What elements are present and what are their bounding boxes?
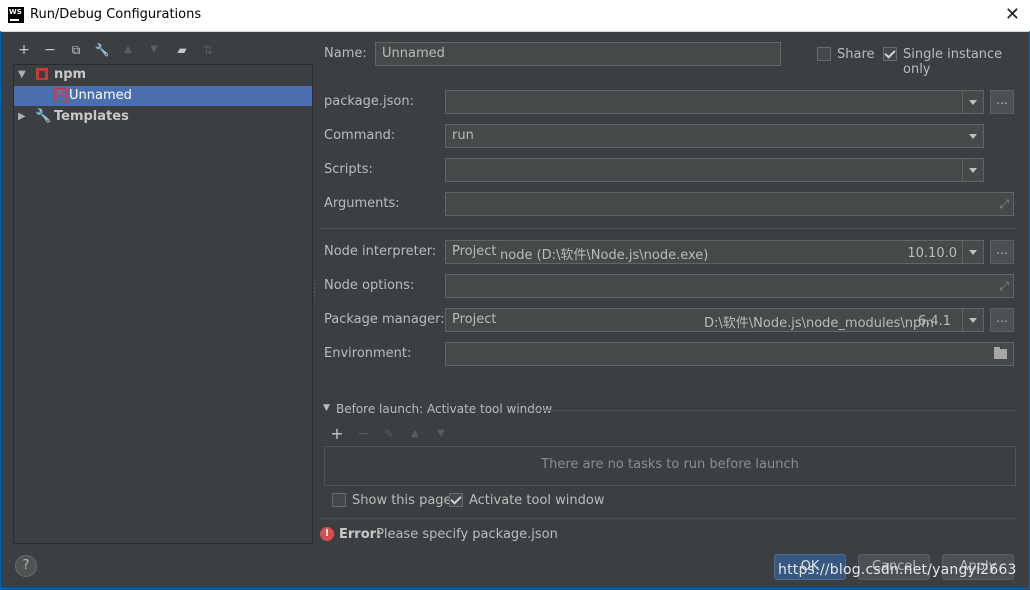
scripts-label: Scripts: [324,162,373,177]
scripts-dropdown-icon[interactable] [962,159,983,181]
node-interpreter-browse-button[interactable]: ... [990,240,1014,264]
webstorm-app-icon: WS [8,7,24,23]
show-page-checkbox[interactable] [332,493,346,507]
folder-icon[interactable] [994,347,1007,359]
show-page-label: Show this page [352,493,452,508]
empty-tasks-text: There are no tasks to run before launch [541,457,799,472]
activate-tool-window-label: Activate tool window [469,493,605,508]
node-interpreter-project: Project [452,244,497,259]
package-manager-dropdown-icon[interactable] [962,309,983,331]
error-message: Please specify package.json [376,527,558,542]
package-manager-browse-button[interactable]: ... [990,308,1014,332]
node-options-label: Node options: [324,278,415,293]
package-manager-project: Project [452,312,497,327]
name-field[interactable]: Unnamed [375,42,781,66]
name-label: Name: [324,46,367,61]
collapse-arrow-icon[interactable]: ▼ [323,403,330,413]
command-dropdown-icon[interactable] [963,125,983,147]
node-interpreter-version: 10.10.0 [907,246,957,261]
copy-icon[interactable]: ⧉ [66,40,86,60]
npm-config-error-icon: ✕ [54,88,67,102]
arguments-field[interactable]: ⤢ [445,192,1014,216]
splitter-handle[interactable]: · · · · [313,281,316,302]
remove-icon[interactable]: − [40,40,60,60]
node-interpreter-select[interactable]: Project node (D:\软件\Node.js\node.exe) 10… [445,240,984,264]
node-interpreter-dropdown-icon[interactable] [962,241,983,263]
add-icon[interactable]: + [14,40,34,60]
node-interpreter-label: Node interpreter: [324,244,437,259]
help-button[interactable]: ? [15,555,37,577]
move-task-up-icon[interactable]: ▲ [405,424,425,444]
move-up-icon[interactable]: ▲ [118,40,138,60]
before-launch-task-list[interactable]: There are no tasks to run before launch [324,446,1016,486]
before-launch-header[interactable]: Before launch: Activate tool window [336,402,552,416]
npm-icon [36,68,48,80]
add-task-icon[interactable]: + [327,424,347,444]
templates-wrench-icon: 🔧 [35,109,52,124]
remove-task-icon[interactable]: − [353,424,373,444]
tree-item-unnamed[interactable]: ✕ Unnamed [14,86,312,106]
environment-field[interactable] [445,342,1014,366]
wrench-icon[interactable]: 🔧 [92,40,112,60]
scripts-field[interactable] [445,158,984,182]
separator [320,228,1016,229]
separator [320,518,1016,519]
name-value: Unnamed [382,46,445,61]
move-task-down-icon[interactable]: ▼ [431,424,451,444]
collapsed-arrow-icon[interactable]: ▶ [18,107,26,127]
command-select[interactable]: run [445,124,984,148]
single-instance-checkbox[interactable] [883,47,897,61]
tree-item-templates[interactable]: ▶ 🔧 Templates [14,107,312,127]
arguments-label: Arguments: [324,196,400,211]
activate-tool-window-checkbox[interactable] [449,493,463,507]
package-manager-select[interactable]: Project D:\软件\Node.js\node_modules\npm 6… [445,308,984,332]
tree-label-npm: npm [54,67,87,82]
tree-item-npm[interactable]: ▼ npm [14,65,312,85]
new-folder-icon[interactable]: ▰ [172,40,192,60]
package-json-browse-button[interactable]: ... [990,90,1014,114]
environment-label: Environment: [324,346,412,361]
command-label: Command: [324,128,396,143]
sort-icon[interactable]: ⇅ [198,40,218,60]
tree-label-unnamed: Unnamed [69,88,132,103]
title-bar: WS Run/Debug Configurations ✕ [0,0,1030,32]
move-down-icon[interactable]: ▼ [144,40,164,60]
package-manager-path: D:\软件\Node.js\node_modules\npm [704,316,934,331]
package-json-field[interactable] [445,90,984,114]
node-interpreter-path: node (D:\软件\Node.js\node.exe) [500,248,709,263]
watermark-text: https://blog.csdn.net/yangyi2663 [778,562,1017,578]
error-prefix: Error: [339,527,382,542]
config-tree: ▼ npm ✕ Unnamed ▶ 🔧 Templates [13,64,313,544]
package-json-dropdown-icon[interactable] [962,91,983,113]
close-icon[interactable]: ✕ [1005,4,1020,25]
expand-icon[interactable]: ⤢ [999,197,1009,212]
share-label: Share [837,47,875,62]
edit-task-icon[interactable]: ✎ [379,424,399,444]
node-options-field[interactable]: ⤢ [445,274,1014,298]
share-checkbox[interactable] [817,47,831,61]
separator [532,410,1016,411]
package-manager-label: Package manager: [324,312,445,327]
error-icon: ! [320,527,334,541]
window-title: Run/Debug Configurations [30,7,202,22]
expanded-arrow-icon[interactable]: ▼ [18,65,26,85]
command-value: run [452,128,474,143]
expand-icon[interactable]: ⤢ [999,279,1009,294]
single-instance-label: Single instance only [903,47,1003,77]
package-manager-version: 6.4.1 [917,314,951,329]
tree-label-templates: Templates [54,109,129,124]
package-json-label: package.json: [324,94,414,109]
